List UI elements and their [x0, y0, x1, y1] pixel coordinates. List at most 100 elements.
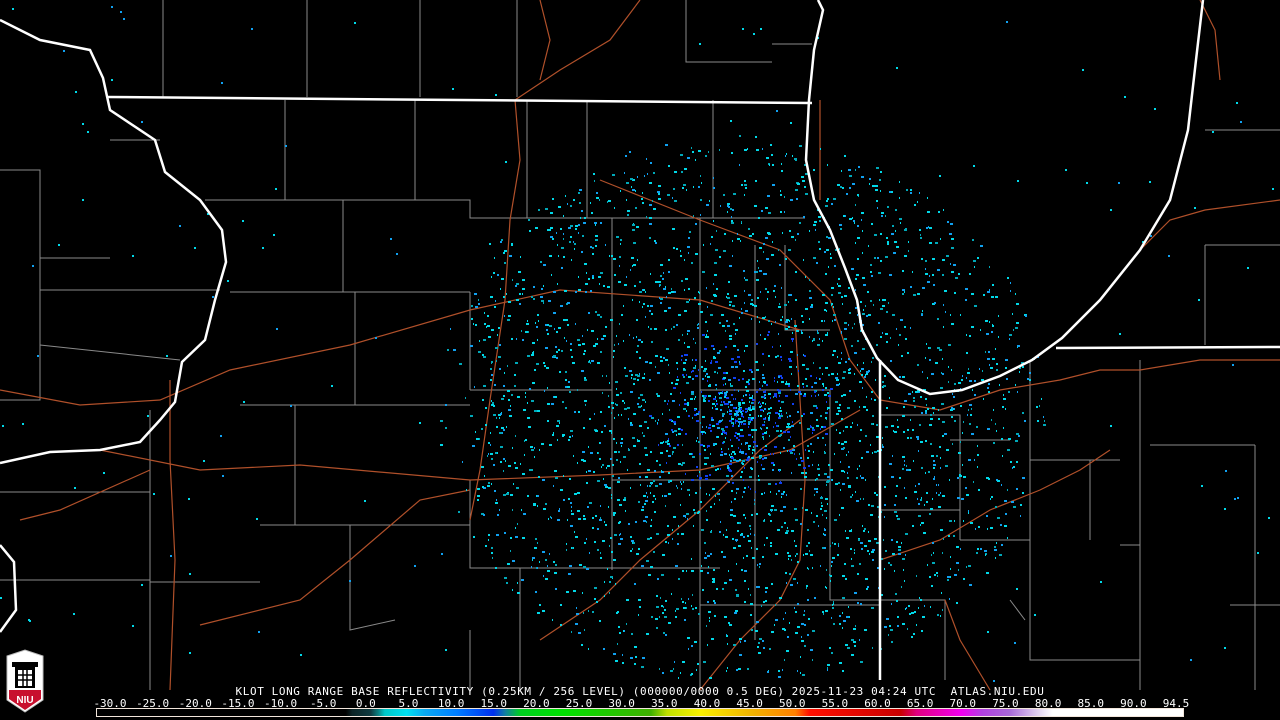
radar-echo — [522, 473, 525, 475]
radar-echo — [477, 499, 479, 501]
radar-echo — [812, 659, 813, 661]
radar-echo — [651, 616, 653, 618]
radar-echo — [707, 330, 708, 332]
radar-echo — [1037, 420, 1039, 422]
radar-echo — [691, 605, 692, 607]
radar-echo — [981, 379, 984, 381]
radar-echo — [414, 565, 416, 567]
radar-echo — [752, 557, 755, 559]
radar-echo — [743, 491, 745, 493]
radar-echo — [500, 461, 502, 463]
radar-echo — [683, 376, 685, 378]
radar-echo — [835, 483, 838, 485]
radar-echo — [678, 433, 681, 435]
radar-echo — [762, 556, 764, 558]
radar-echo — [864, 528, 866, 530]
radar-echo — [687, 637, 690, 639]
radar-echo — [1017, 180, 1019, 182]
radar-echo — [715, 495, 716, 497]
radar-echo — [666, 450, 668, 452]
radar-echo — [677, 543, 679, 545]
radar-echo — [744, 640, 746, 642]
radar-echo — [557, 420, 560, 422]
radar-echo — [499, 509, 500, 511]
radar-echo — [710, 243, 711, 245]
radar-echo — [844, 328, 847, 330]
radar-echo — [764, 457, 767, 459]
radar-echo — [684, 342, 685, 344]
radar-echo — [742, 402, 745, 404]
radar-echo — [511, 244, 513, 246]
radar-echo — [227, 280, 229, 282]
radar-echo — [588, 610, 589, 612]
radar-echo — [615, 660, 618, 662]
radar-echo — [859, 440, 861, 442]
radar-echo — [886, 311, 888, 313]
radar-echo — [597, 549, 599, 551]
radar-echo — [711, 638, 714, 640]
radar-echo — [1034, 614, 1036, 616]
radar-echo — [621, 414, 622, 416]
radar-echo — [503, 296, 505, 298]
radar-echo — [774, 446, 777, 448]
radar-echo — [605, 326, 607, 328]
radar-echo — [824, 528, 825, 530]
radar-echo — [875, 189, 878, 191]
radar-echo — [722, 413, 725, 415]
radar-echo — [794, 325, 797, 327]
radar-echo — [1005, 408, 1006, 410]
radar-echo — [741, 312, 743, 314]
radar-echo — [1247, 267, 1249, 269]
radar-echo — [705, 475, 708, 477]
radar-echo — [810, 554, 813, 556]
radar-echo — [471, 318, 473, 320]
radar-echo — [929, 359, 931, 361]
radar-echo — [696, 440, 697, 442]
radar-echo — [1013, 329, 1014, 331]
radar-echo — [749, 525, 751, 527]
radar-echo — [757, 260, 758, 262]
radar-echo — [733, 377, 736, 379]
radar-echo — [719, 350, 721, 352]
radar-echo — [687, 333, 688, 335]
radar-echo — [902, 558, 905, 560]
radar-echo — [673, 188, 675, 190]
radar-echo — [703, 370, 706, 372]
radar-echo — [847, 647, 850, 649]
radar-echo — [716, 588, 718, 590]
radar-echo — [488, 453, 489, 455]
radar-echo — [685, 602, 686, 604]
radar-echo — [527, 495, 529, 497]
radar-echo — [797, 183, 800, 185]
radar-echo — [514, 374, 516, 376]
radar-echo — [821, 426, 823, 428]
radar-echo — [975, 528, 976, 530]
radar-echo — [812, 432, 813, 434]
radar-echo — [543, 285, 544, 287]
radar-echo — [12, 8, 14, 10]
radar-echo — [735, 419, 736, 421]
radar-echo — [764, 449, 767, 451]
radar-echo — [951, 238, 954, 240]
radar-echo — [552, 198, 554, 200]
radar-echo — [563, 256, 565, 258]
radar-echo — [621, 438, 623, 440]
radar-echo — [928, 226, 929, 228]
radar-echo — [1044, 420, 1045, 422]
radar-echo — [726, 296, 727, 298]
radar-echo — [789, 573, 791, 575]
radar-echo — [796, 458, 797, 460]
radar-echo — [995, 557, 996, 559]
radar-echo — [794, 607, 795, 609]
radar-echo — [687, 246, 690, 248]
radar-map[interactable] — [0, 0, 1280, 720]
radar-echo — [743, 479, 744, 481]
radar-echo — [920, 441, 923, 443]
radar-echo — [845, 361, 847, 363]
radar-echo — [865, 479, 866, 481]
radar-echo — [596, 192, 598, 194]
radar-echo — [623, 340, 624, 342]
radar-echo — [822, 373, 823, 375]
radar-echo — [546, 367, 549, 369]
radar-echo — [525, 331, 528, 333]
